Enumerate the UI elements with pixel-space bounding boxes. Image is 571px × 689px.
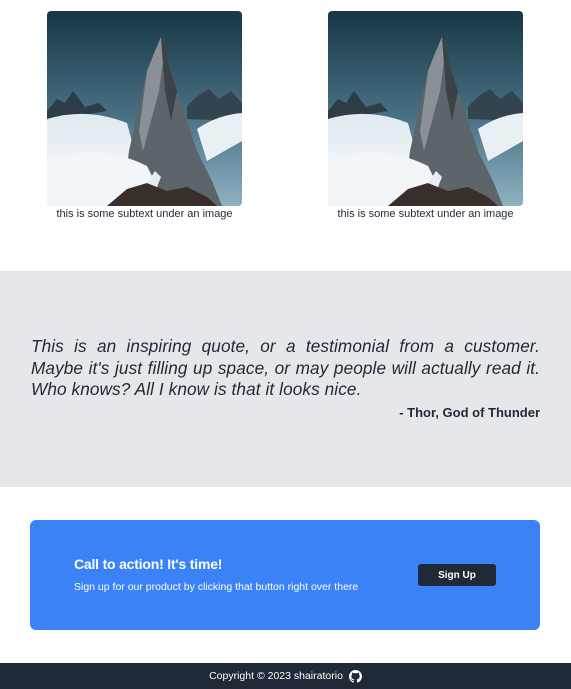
cta-subtitle: Sign up for our product by clicking that… [74,581,359,593]
image-caption: this is some subtext under an image [337,208,514,220]
testimonial-author: - Thor, God of Thunder [399,405,540,420]
testimonial-section: This is an inspiring quote, or a testimo… [0,271,571,487]
image-gallery: this is some subtext under an image this… [0,0,571,271]
footer: Copyright © 2023 shairatorio [0,663,571,689]
testimonial-quote: This is an inspiring quote, or a testimo… [31,336,540,399]
mountain-photo [328,11,523,206]
call-to-action: Call to action! It's time! Sign up for o… [30,520,540,630]
image-caption: this is some subtext under an image [56,208,233,220]
image-card: this is some subtext under an image [328,11,523,221]
github-icon[interactable] [348,669,362,683]
mountain-photo [47,11,242,206]
cta-title: Call to action! It's time! [74,556,223,572]
copyright-text: Copyright © 2023 shairatorio [209,670,343,682]
page: this is some subtext under an image this… [0,0,571,689]
image-card: this is some subtext under an image [47,11,242,221]
sign-up-button[interactable]: Sign Up [418,564,496,586]
